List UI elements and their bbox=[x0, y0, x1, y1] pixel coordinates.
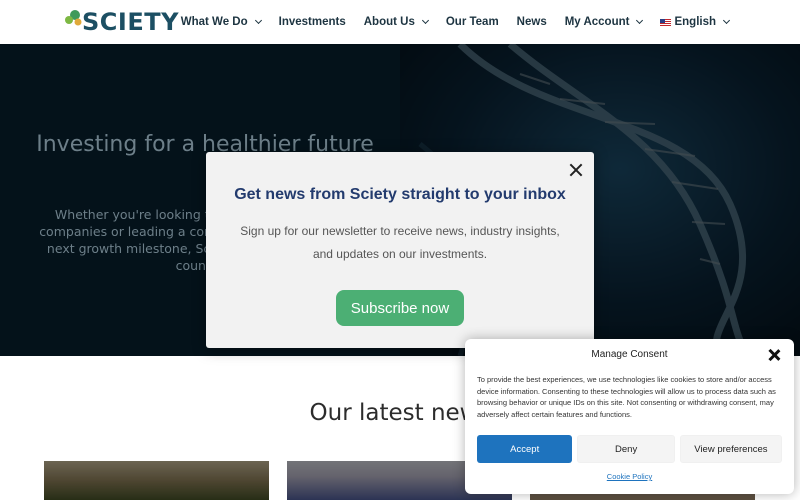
chevron-down-icon bbox=[636, 16, 644, 25]
modal-text: Sign up for our newsletter to receive ne… bbox=[240, 224, 560, 261]
nav-item-label: About Us bbox=[363, 16, 415, 28]
chevron-down-icon bbox=[722, 16, 731, 25]
logo-mark-icon bbox=[65, 10, 82, 26]
news-card-image[interactable] bbox=[44, 461, 269, 500]
nav-item-about-us[interactable]: About Us bbox=[355, 16, 437, 28]
nav-item-what-we-do[interactable]: What We Do bbox=[172, 16, 270, 28]
sciety-logo[interactable]: SCIETY bbox=[62, 4, 179, 40]
cookie-consent-dialog: Manage Consent To provide the best exper… bbox=[465, 339, 794, 494]
language-label: English bbox=[674, 16, 716, 28]
accept-button[interactable]: Accept bbox=[477, 435, 573, 463]
close-icon[interactable] bbox=[768, 349, 780, 361]
consent-title: Manage Consent bbox=[591, 349, 668, 360]
nav-item-my-account[interactable]: My Account bbox=[556, 16, 652, 28]
nav-item-label: News bbox=[516, 16, 547, 28]
subscribe-button[interactable]: Subscribe now bbox=[336, 290, 464, 326]
chevron-down-icon bbox=[421, 16, 429, 25]
nav-item-our-team[interactable]: Our Team bbox=[437, 16, 508, 28]
language-switcher[interactable]: English bbox=[651, 16, 738, 28]
modal-title: Get news from Sciety straight to your in… bbox=[234, 186, 566, 203]
main-nav: What We Do Investments About Us Our Team… bbox=[172, 0, 738, 44]
view-preferences-button[interactable]: View preferences bbox=[679, 435, 782, 463]
close-icon[interactable] bbox=[569, 163, 583, 177]
chevron-down-icon bbox=[254, 16, 262, 25]
newsletter-modal: Get news from Sciety straight to your in… bbox=[206, 152, 594, 348]
nav-item-news[interactable]: News bbox=[508, 16, 556, 28]
nav-item-label: Investments bbox=[278, 16, 346, 28]
nav-item-label: What We Do bbox=[180, 16, 248, 28]
deny-button[interactable]: Deny bbox=[577, 435, 675, 463]
consent-buttons: Accept Deny View preferences bbox=[477, 435, 782, 463]
site-header: SCIETY What We Do Investments About Us O… bbox=[0, 0, 800, 44]
nav-item-label: My Account bbox=[564, 16, 630, 28]
consent-text: To provide the best experiences, we use … bbox=[477, 375, 776, 419]
logo-text: SCIETY bbox=[82, 8, 179, 36]
cookie-policy-link[interactable]: Cookie Policy bbox=[465, 472, 794, 481]
us-flag-icon bbox=[660, 18, 672, 26]
nav-item-investments[interactable]: Investments bbox=[270, 16, 355, 28]
nav-item-label: Our Team bbox=[445, 16, 499, 28]
